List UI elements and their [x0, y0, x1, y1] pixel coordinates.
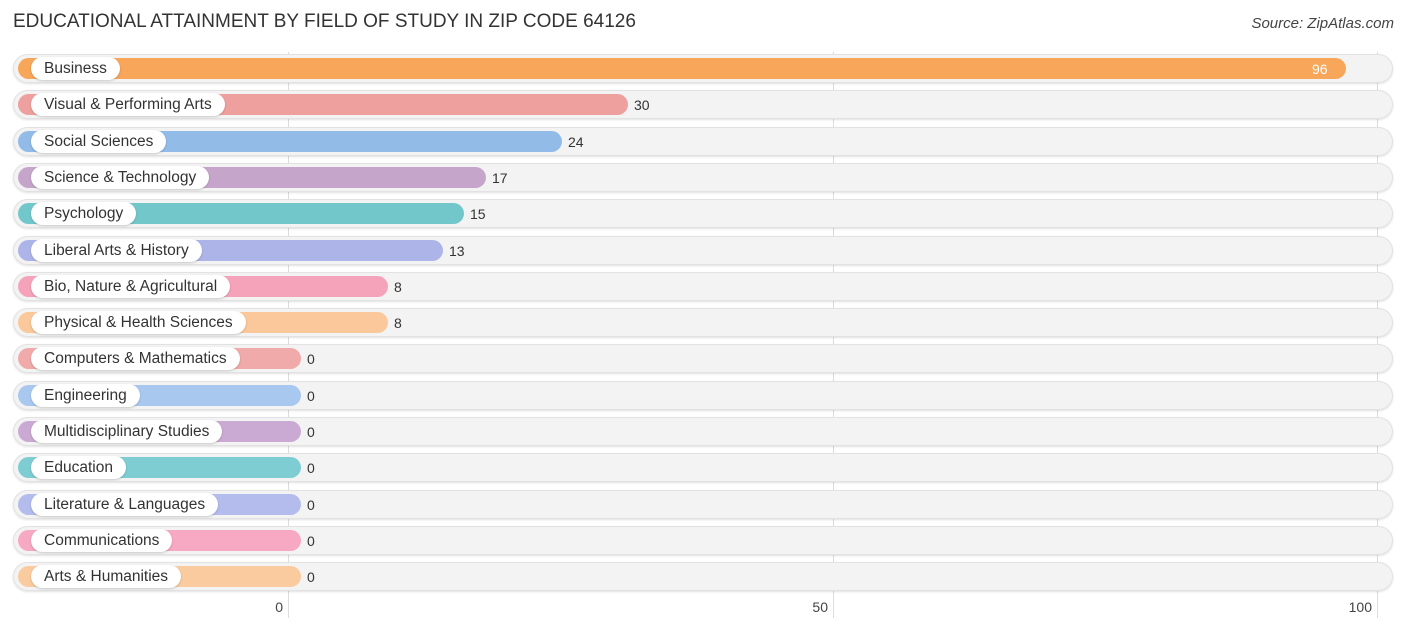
value-label: 8	[394, 279, 402, 295]
value-label: 30	[634, 97, 650, 113]
category-label: Multidisciplinary Studies	[31, 420, 223, 443]
category-label: Arts & Humanities	[31, 565, 182, 588]
value-label: 0	[307, 351, 315, 367]
bar-row: Physical & Health Sciences 8	[13, 308, 1393, 337]
category-label: Business	[31, 57, 120, 80]
bar-row: Liberal Arts & History 13	[13, 236, 1393, 265]
category-label: Science & Technology	[31, 166, 210, 189]
bar-row: Arts & Humanities 0	[13, 562, 1393, 591]
value-label: 0	[307, 569, 315, 585]
bar-row: Multidisciplinary Studies 0	[13, 417, 1393, 446]
bar-row: Engineering 0	[13, 381, 1393, 410]
category-label: Physical & Health Sciences	[31, 311, 246, 334]
category-label: Liberal Arts & History	[31, 239, 202, 262]
x-tick-label: 50	[812, 599, 828, 615]
bar-row: Psychology 15	[13, 199, 1393, 228]
bar-chart: 0 50 100 Business 96 Visual & Performing Arts…	[0, 0, 1406, 631]
category-label: Education	[31, 456, 126, 479]
category-label: Engineering	[31, 384, 140, 407]
bar-row: Literature & Languages 0	[13, 490, 1393, 519]
value-label: 15	[470, 206, 486, 222]
bar-row: Science & Technology 17	[13, 163, 1393, 192]
bar-row: Business 96	[13, 54, 1393, 83]
value-label: 0	[307, 424, 315, 440]
bar-row: Bio, Nature & Agricultural 8	[13, 272, 1393, 301]
x-tick-label: 0	[275, 599, 283, 615]
bar[interactable]	[18, 58, 1346, 79]
value-label: 17	[492, 170, 508, 186]
bar-row: Social Sciences 24	[13, 127, 1393, 156]
value-label: 96	[1312, 61, 1328, 77]
category-label: Computers & Mathematics	[31, 347, 240, 370]
category-label: Literature & Languages	[31, 493, 219, 516]
value-label: 0	[307, 533, 315, 549]
value-label: 0	[307, 388, 315, 404]
value-label: 0	[307, 460, 315, 476]
value-label: 0	[307, 497, 315, 513]
category-label: Psychology	[31, 202, 137, 225]
bar-row: Education 0	[13, 453, 1393, 482]
x-tick-label: 100	[1348, 599, 1372, 615]
value-label: 8	[394, 315, 402, 331]
bar-row: Communications 0	[13, 526, 1393, 555]
value-label: 24	[568, 134, 584, 150]
bar-row: Computers & Mathematics 0	[13, 344, 1393, 373]
category-label: Communications	[31, 529, 173, 552]
category-label: Visual & Performing Arts	[31, 93, 225, 116]
category-label: Bio, Nature & Agricultural	[31, 275, 231, 298]
bar-row: Visual & Performing Arts 30	[13, 90, 1393, 119]
category-label: Social Sciences	[31, 130, 167, 153]
value-label: 13	[449, 243, 465, 259]
